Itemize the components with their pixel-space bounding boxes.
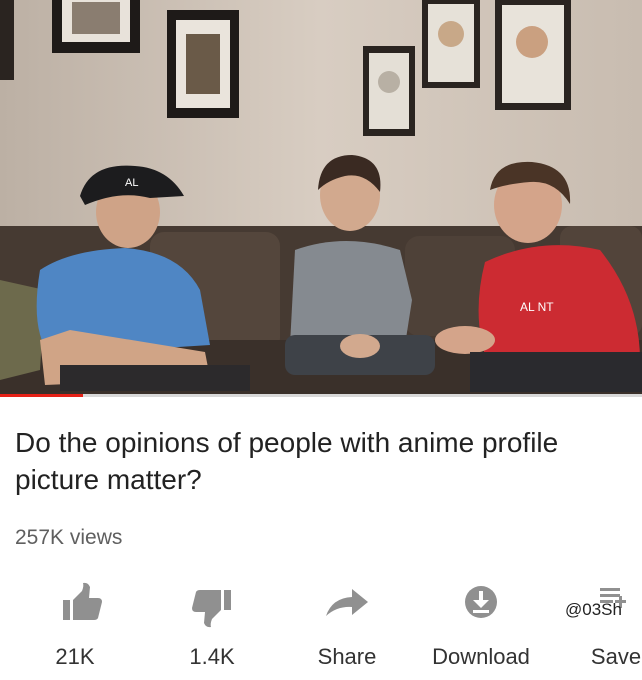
- thumbs-down-icon: [192, 590, 231, 628]
- like-count: 21K: [55, 644, 95, 669]
- thumbs-up-icon: [63, 582, 102, 620]
- progress-bar-fill: [0, 394, 84, 397]
- view-count: 257K views: [15, 526, 123, 549]
- share-button[interactable]: Share: [284, 578, 410, 674]
- watermark-handle: @03Sh: [565, 600, 622, 619]
- video-frame: AL AL NT: [0, 0, 642, 397]
- shirt-text: AL NT: [520, 300, 554, 314]
- video-title: Do the opinions of people with anime pro…: [15, 427, 559, 495]
- cap-text: AL: [125, 177, 138, 189]
- share-label: Share: [317, 644, 377, 669]
- download-button[interactable]: Download: [418, 578, 544, 674]
- download-label: Download: [432, 644, 530, 669]
- save-label: Save: [590, 644, 642, 669]
- like-button[interactable]: 21K: [12, 578, 138, 674]
- dislike-count: 1.4K: [189, 644, 235, 669]
- share-arrow-icon: [326, 589, 368, 616]
- download-icon: [465, 586, 497, 618]
- save-button[interactable]: Save: [553, 578, 642, 674]
- dislike-button[interactable]: 1.4K: [149, 578, 275, 674]
- video-player[interactable]: AL AL NT: [0, 0, 642, 397]
- progress-bar[interactable]: [0, 394, 642, 397]
